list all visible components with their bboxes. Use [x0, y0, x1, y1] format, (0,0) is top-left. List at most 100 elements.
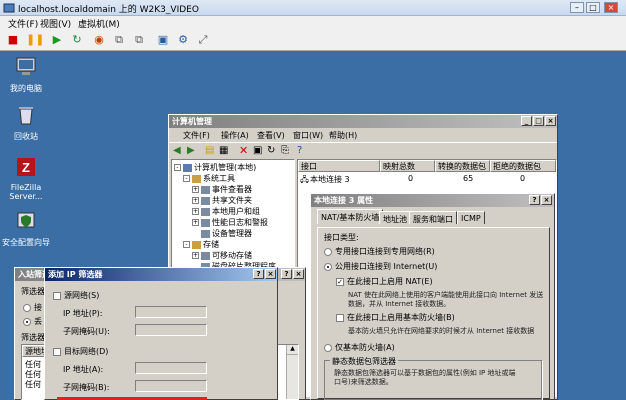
help-button[interactable]: ?	[253, 269, 264, 279]
source-mask-field[interactable]	[135, 324, 207, 336]
desktop-icon-recycle[interactable]: 回收站	[0, 103, 52, 142]
menu-view[interactable]: 查看(V)	[257, 130, 285, 141]
close-button[interactable]: ×	[545, 116, 556, 126]
computer-icon	[16, 57, 36, 75]
group-title: 静态数据包筛选器	[330, 356, 398, 367]
tree-item[interactable]: + 本地用户和组	[192, 206, 260, 217]
tab-nat-firewall[interactable]: NAT/基本防火墙	[317, 209, 384, 224]
tab-icmp[interactable]: ICMP	[457, 211, 485, 224]
column-header-rejected[interactable]: 拒绝的数据包	[490, 160, 556, 172]
tree-node-icon	[183, 163, 192, 172]
minimize-button[interactable]: _	[521, 116, 532, 126]
help-icon[interactable]: ?	[297, 145, 302, 156]
properties-icon[interactable]: ▣	[253, 145, 262, 156]
tree-node-icon	[201, 185, 210, 194]
column-header-translated[interactable]: 转换的数据包	[435, 160, 490, 172]
help-button[interactable]: ?	[281, 269, 292, 279]
vm-menubar: 文件(F) 视图(V) 虚拟机(M)	[0, 16, 626, 30]
tree-item[interactable]: + 可移动存储	[192, 250, 252, 261]
minimize-button[interactable]: –	[570, 2, 584, 13]
tree-item[interactable]: + 性能日志和警报	[192, 217, 268, 228]
pause-icon[interactable]: ❚❚	[26, 33, 44, 47]
source-ip-field[interactable]	[135, 306, 207, 318]
scroll-up-icon[interactable]: ▲	[287, 345, 298, 355]
tree-item[interactable]: - 存储	[183, 239, 219, 250]
tab-address-pool[interactable]: 地址池	[379, 211, 411, 224]
private-interface-option[interactable]: 专用接口连接到专用网络(R)	[324, 246, 435, 257]
expand-icon[interactable]: +	[192, 252, 199, 259]
delete-icon[interactable]: ✕	[239, 144, 248, 157]
option-label: 源网络(S)	[64, 291, 100, 300]
up-folder-icon[interactable]: ▤	[205, 145, 214, 156]
tree-item-label: 设备管理器	[212, 229, 252, 238]
back-icon[interactable]: ◀	[173, 145, 181, 156]
desktop-icon-label: 回收站	[14, 132, 38, 141]
snapshot-icon[interactable]: ◉	[92, 33, 106, 47]
desktop-icon-computer[interactable]: 我的电脑	[0, 55, 52, 94]
fullscreen-icon[interactable]: ⤢	[196, 33, 210, 47]
enable-nat-checkbox[interactable]: ✓ 在此接口上启用 NAT(E)	[336, 276, 433, 287]
vm-toolbar: ■ ❚❚ ▶ ↻ ◉ ⧉ ⧉ ▣ ⚙ ⤢	[0, 30, 626, 51]
expand-icon[interactable]: +	[192, 197, 199, 204]
security-wizard-icon	[17, 212, 35, 228]
menu-file[interactable]: 文件(F)	[183, 130, 210, 141]
export-icon[interactable]: ⎘	[281, 145, 289, 156]
close-button[interactable]: ×	[293, 269, 304, 279]
desktop-icon-security[interactable]: 安全配置向导	[0, 209, 52, 248]
close-button[interactable]: ×	[265, 269, 276, 279]
menu-action[interactable]: 操作(A)	[221, 130, 249, 141]
tree-item[interactable]: - 计算机管理(本地)	[174, 162, 256, 173]
basic-firewall-option[interactable]: 仅基本防火墙(A)	[324, 342, 395, 353]
settings-icon[interactable]: ⚙	[176, 33, 190, 47]
tree-item[interactable]: - 系统工具	[183, 173, 235, 184]
refresh-icon[interactable]: ↻	[70, 33, 84, 47]
radio-icon	[23, 317, 31, 326]
tab-services-ports[interactable]: 服务和端口	[409, 211, 457, 224]
desktop-icon-filezilla[interactable]: Z FileZilla Server...	[0, 155, 52, 201]
interface-type-label: 接口类型:	[324, 233, 359, 242]
source-network-checkbox[interactable]: 源网络(S)	[53, 290, 99, 301]
maximize-button[interactable]: □	[586, 2, 600, 13]
console-icon[interactable]: ▣	[156, 33, 170, 47]
expand-icon[interactable]: +	[192, 208, 199, 215]
dest-network-checkbox[interactable]: 目标网络(D)	[53, 346, 108, 357]
menu-view[interactable]: 视图(V)	[40, 17, 71, 30]
column-header-mappings[interactable]: 映射总数	[380, 160, 435, 172]
stop-icon[interactable]: ■	[6, 33, 20, 47]
receive-option[interactable]: 接	[23, 302, 42, 313]
close-button[interactable]: ×	[604, 2, 618, 13]
help-button[interactable]: ?	[529, 195, 540, 205]
dest-ip-field[interactable]	[135, 362, 207, 374]
close-button[interactable]: ×	[541, 195, 552, 205]
menu-window[interactable]: 窗口(W)	[293, 130, 323, 141]
collapse-icon[interactable]: -	[183, 241, 190, 248]
tree-item[interactable]: + 事件查看器	[192, 184, 252, 195]
menu-help[interactable]: 帮助(H)	[329, 130, 357, 141]
expand-icon[interactable]: +	[192, 186, 199, 193]
enable-firewall-checkbox[interactable]: 在此接口上启用基本防火墙(B)	[336, 312, 455, 323]
recycle-bin-icon	[19, 107, 33, 125]
menu-vm[interactable]: 虚拟机(M)	[78, 17, 120, 30]
forward-icon[interactable]: ▶	[187, 145, 195, 156]
menu-file[interactable]: 文件(F)	[8, 17, 38, 30]
column-header-interface[interactable]: 接口	[298, 160, 380, 172]
dest-mask-field[interactable]	[135, 380, 207, 392]
revert-icon[interactable]: ⧉	[112, 33, 126, 47]
cell-rejected: 0	[520, 174, 526, 183]
refresh-icon[interactable]: ↻	[267, 145, 275, 156]
tree-item[interactable]: 设备管理器	[192, 228, 252, 239]
list-item[interactable]: 任何	[25, 379, 41, 390]
play-icon[interactable]: ▶	[50, 33, 64, 47]
collapse-icon[interactable]: -	[183, 175, 190, 182]
collapse-icon[interactable]: -	[174, 164, 181, 171]
tree-item[interactable]: + 共享文件夹	[192, 195, 252, 206]
drop-option[interactable]: 丢	[23, 316, 42, 327]
expand-icon[interactable]: +	[192, 219, 199, 226]
scrollbar[interactable]: ▲	[286, 345, 298, 399]
radio-icon	[324, 262, 332, 271]
manage-snapshots-icon[interactable]: ⧉	[132, 33, 146, 47]
show-tree-icon[interactable]: ▦	[219, 145, 228, 156]
maximize-button[interactable]: □	[533, 116, 544, 126]
public-interface-option[interactable]: 公用接口连接到 Internet(U)	[324, 261, 437, 272]
tree-item-label: 计算机管理(本地)	[194, 163, 257, 172]
